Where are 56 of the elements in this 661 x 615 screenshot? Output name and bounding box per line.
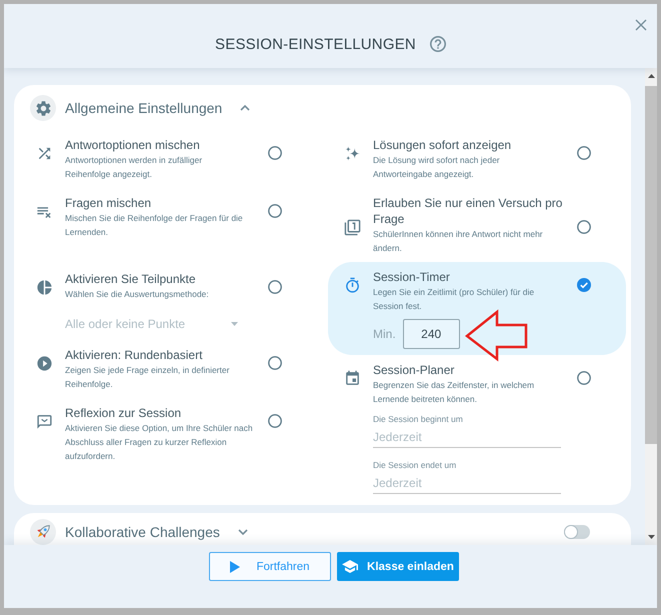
option-description: Aktivieren Sie diese Option, um Ihre Schüler nach Abschluss aller Fragen zu kurzer Reflexion aufzufordern. [65, 422, 254, 463]
radio-button[interactable] [268, 356, 282, 370]
radio-button[interactable] [268, 146, 282, 160]
option-description: Wählen Sie die Auswertungsmethode: [65, 288, 210, 301]
option-title: Lösungen sofort anzeigen [373, 137, 512, 153]
stopwatch-icon [344, 276, 360, 294]
caret-icon [231, 322, 238, 326]
dialog-title: SESSION-EINSTELLUNGEN [215, 36, 416, 52]
calendar-icon [344, 370, 360, 386]
option-description: Antwortoptionen werden in zufälliger Reihenfolge angezeigt. [65, 154, 204, 181]
scroll-down-icon[interactable] [648, 535, 654, 539]
scroll-up-icon[interactable] [648, 74, 654, 78]
pie-chart-icon [36, 278, 52, 296]
radio-button[interactable] [577, 220, 591, 234]
option-title: Erlauben Sie nur einen Versuch pro Frage [373, 195, 564, 227]
section-title: Kollaborative Challenges [65, 524, 220, 540]
graduation-cap-icon [342, 560, 358, 573]
time-field[interactable]: Jederzeit [373, 426, 561, 448]
continue-button[interactable]: Fortfahren [209, 552, 331, 581]
option-description: Die Lösung wird sofort nach jeder Antworteingabe angezeigt. [373, 154, 501, 181]
radio-button[interactable] [268, 204, 282, 218]
section-title: Allgemeine Einstellungen [65, 100, 222, 116]
help-icon[interactable] [430, 36, 446, 52]
field-label: Die Session beginnt um [373, 413, 464, 426]
radio-button[interactable] [577, 371, 591, 385]
option-title: Aktivieren Sie Teilpunkte [65, 271, 197, 287]
option-description: Mischen Sie die Reihenfolge der Fragen für die Lernenden. [65, 212, 244, 239]
sparkle-icon [344, 144, 360, 162]
minutes-input[interactable]: 240 [402, 319, 460, 349]
radio-button[interactable] [577, 146, 591, 160]
play-icon [230, 560, 240, 572]
gear-icon [30, 95, 56, 121]
option-description: Legen Sie ein Zeitlimit (pro Schüler) für die Session fest. [373, 286, 536, 313]
option-description: Zeigen Sie jede Frage einzeln, in definierter Reihenfolge. [65, 364, 230, 391]
option-title: Antwortoptionen mischen [65, 137, 201, 153]
option-title: Session-Planer [373, 362, 456, 378]
option-description: Begrenzen Sie das Zeitfenster, in welchem Lernende beitreten können. [373, 379, 536, 406]
toggle-switch[interactable] [564, 525, 590, 539]
callout-arrow-icon [464, 309, 529, 362]
message-icon [36, 412, 52, 430]
option-title: Aktivieren: Rundenbasiert [65, 347, 204, 363]
invite-class-button[interactable]: Klasse einladen [337, 552, 459, 581]
field-label: Die Session endet um [373, 459, 458, 472]
radio-button[interactable] [268, 280, 282, 294]
scrollbar-thumb[interactable] [645, 86, 657, 444]
option-title: Session-Timer [373, 269, 451, 285]
time-field[interactable]: Jederzeit [373, 472, 561, 494]
radio-button[interactable] [577, 278, 591, 292]
radio-button[interactable] [268, 414, 282, 428]
option-description: SchülerInnen können ihre Antwort nicht mehr ändern. [373, 228, 544, 255]
option-title: Fragen mischen [65, 195, 152, 211]
stacked-number-icon [344, 218, 360, 236]
scrollbar-track[interactable] [645, 68, 657, 545]
option-title: Reflexion zur Session [65, 405, 182, 421]
minutes-label: Min. [373, 327, 396, 341]
close-icon[interactable] [635, 19, 647, 31]
